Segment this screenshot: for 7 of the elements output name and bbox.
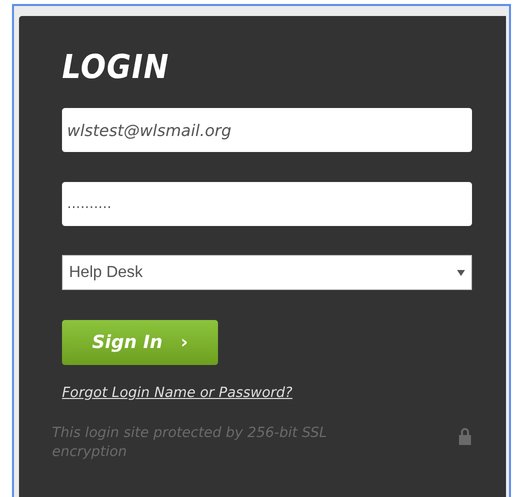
dropdown-caret-icon	[457, 270, 465, 276]
login-title: LOGIN	[62, 50, 170, 83]
site-select[interactable]: Help Desk	[62, 255, 472, 290]
lock-icon	[458, 427, 472, 445]
email-field[interactable]: wlstest@wlsmail.org	[62, 108, 472, 152]
password-field[interactable]: ..........	[62, 182, 472, 226]
forgot-password-link[interactable]: Forgot Login Name or Password?	[62, 383, 292, 404]
